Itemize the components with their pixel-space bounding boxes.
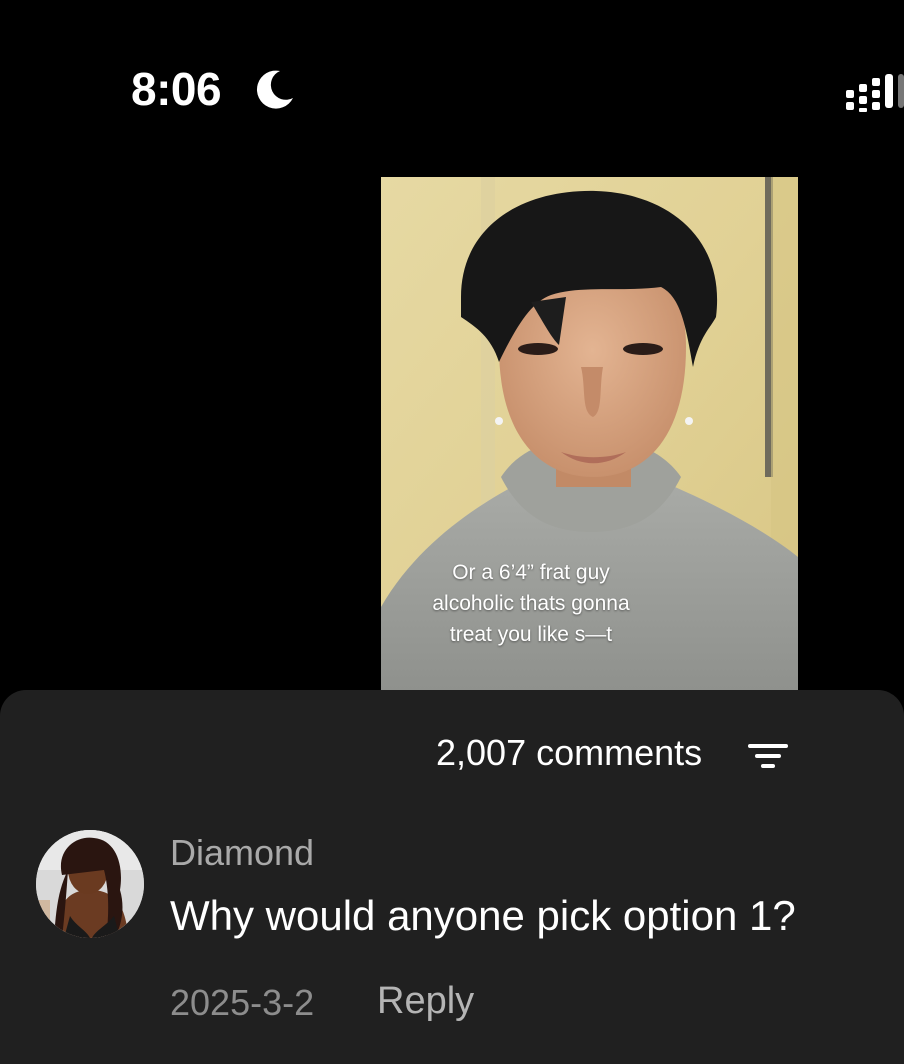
status-time: 8:06 [131,63,222,115]
comment-text: Why would anyone pick option 1? [170,892,796,939]
caption-line: Or a 6’4” frat guy [452,561,610,584]
avatar-image [36,830,144,938]
comments-count: 2,007 comments [436,732,703,773]
video-caption: Or a 6’4” frat guy alcoholic thats gonna… [381,557,681,650]
comment-item: Diamond Why would anyone pick option 1? … [0,826,904,1026]
status-bar: 8:06 [0,0,904,150]
comments-sheet: 2,007 comments Diamond Why would anyone … [0,690,904,1064]
avatar[interactable] [36,830,144,938]
caption-line: treat you like s—t [449,623,613,646]
comment-date: 2025-3-2 [170,982,315,1023]
video-player[interactable]: Or a 6’4” frat guy alcoholic thats gonna… [381,177,798,690]
comment-author[interactable]: Diamond [170,832,314,874]
filter-icon[interactable] [748,740,790,770]
moon-icon [256,70,293,109]
caption-line: alcoholic thats gonna [432,592,630,615]
reply-button[interactable]: Reply [377,980,474,1023]
comments-header: 2,007 comments [0,730,904,776]
signal-icon [846,74,904,112]
